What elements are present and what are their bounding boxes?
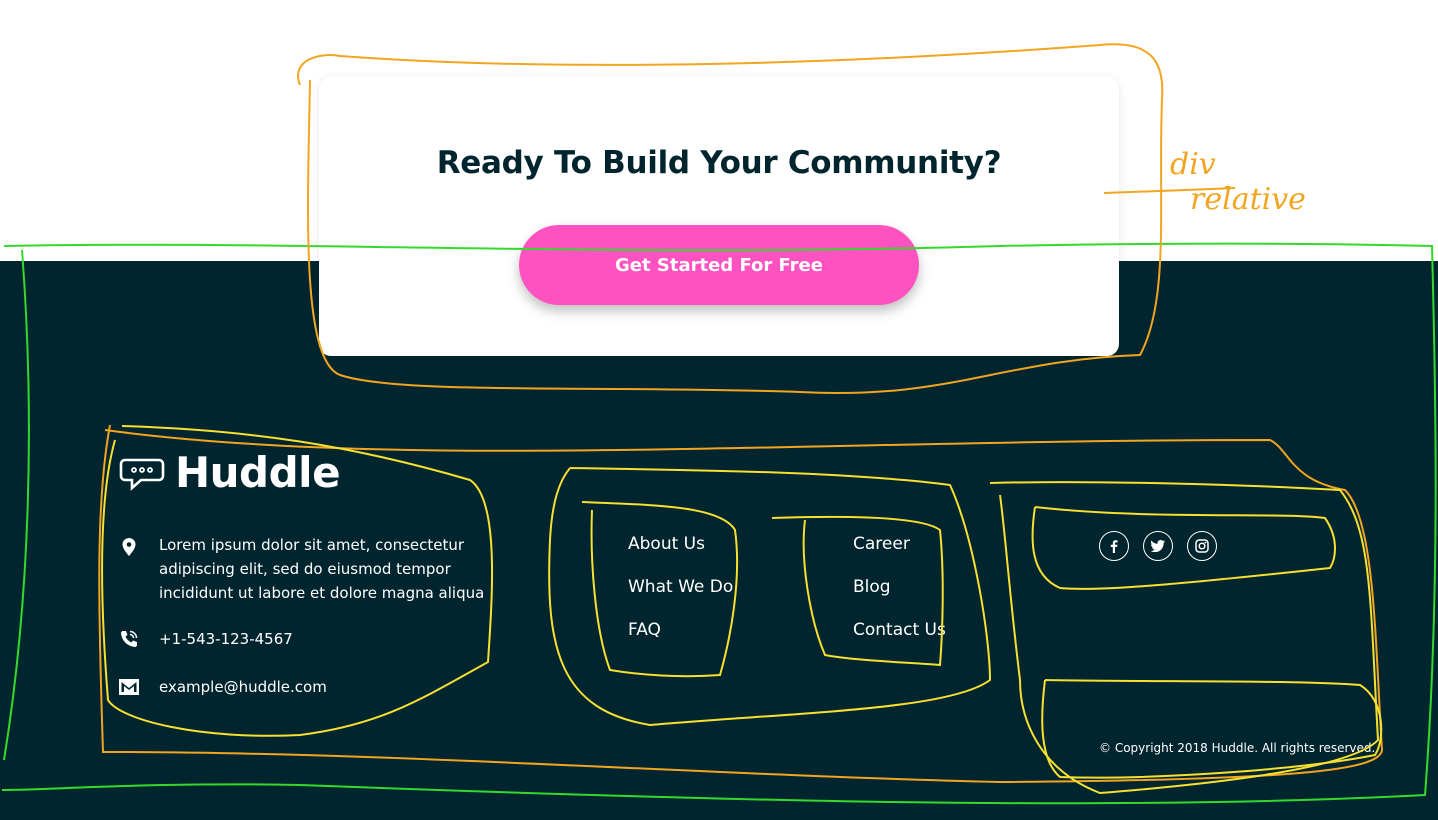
contact-phone: +1-543-123-4567 — [119, 627, 489, 651]
contact-address: Lorem ipsum dolor sit amet, consectetur … — [119, 533, 489, 605]
annotation-div: div — [1170, 147, 1216, 182]
link-what-we-do[interactable]: What We Do — [628, 577, 733, 597]
footer-brand[interactable]: Huddle — [119, 448, 341, 497]
email-text[interactable]: example@huddle.com — [159, 675, 489, 699]
link-faq[interactable]: FAQ — [628, 620, 661, 640]
instagram-link[interactable] — [1187, 531, 1217, 561]
address-text: Lorem ipsum dolor sit amet, consectetur … — [159, 536, 485, 602]
facebook-link[interactable] — [1099, 531, 1129, 561]
twitter-link[interactable] — [1143, 531, 1173, 561]
facebook-icon — [1110, 540, 1118, 553]
phone-icon — [119, 627, 139, 651]
cta-card: Ready To Build Your Community? Get Start… — [319, 77, 1119, 356]
chat-bubble-icon — [119, 458, 165, 491]
brand-name: Huddle — [175, 448, 341, 497]
contact-email: example@huddle.com — [119, 675, 489, 701]
cta-title: Ready To Build Your Community? — [436, 145, 1002, 181]
location-pin-icon — [119, 533, 139, 560]
link-about-us[interactable]: About Us — [628, 534, 705, 554]
link-blog[interactable]: Blog — [853, 577, 891, 597]
instagram-icon — [1195, 539, 1209, 553]
get-started-button[interactable]: Get Started For Free — [519, 225, 919, 305]
link-contact-us[interactable]: Contact Us — [853, 620, 946, 640]
mail-icon — [119, 675, 139, 701]
annotation-relative: relative — [1190, 182, 1306, 217]
twitter-icon — [1151, 540, 1165, 552]
link-career[interactable]: Career — [853, 534, 910, 554]
copyright-text: © Copyright 2018 Huddle. All rights rese… — [1099, 741, 1376, 755]
phone-text[interactable]: +1-543-123-4567 — [159, 627, 489, 651]
